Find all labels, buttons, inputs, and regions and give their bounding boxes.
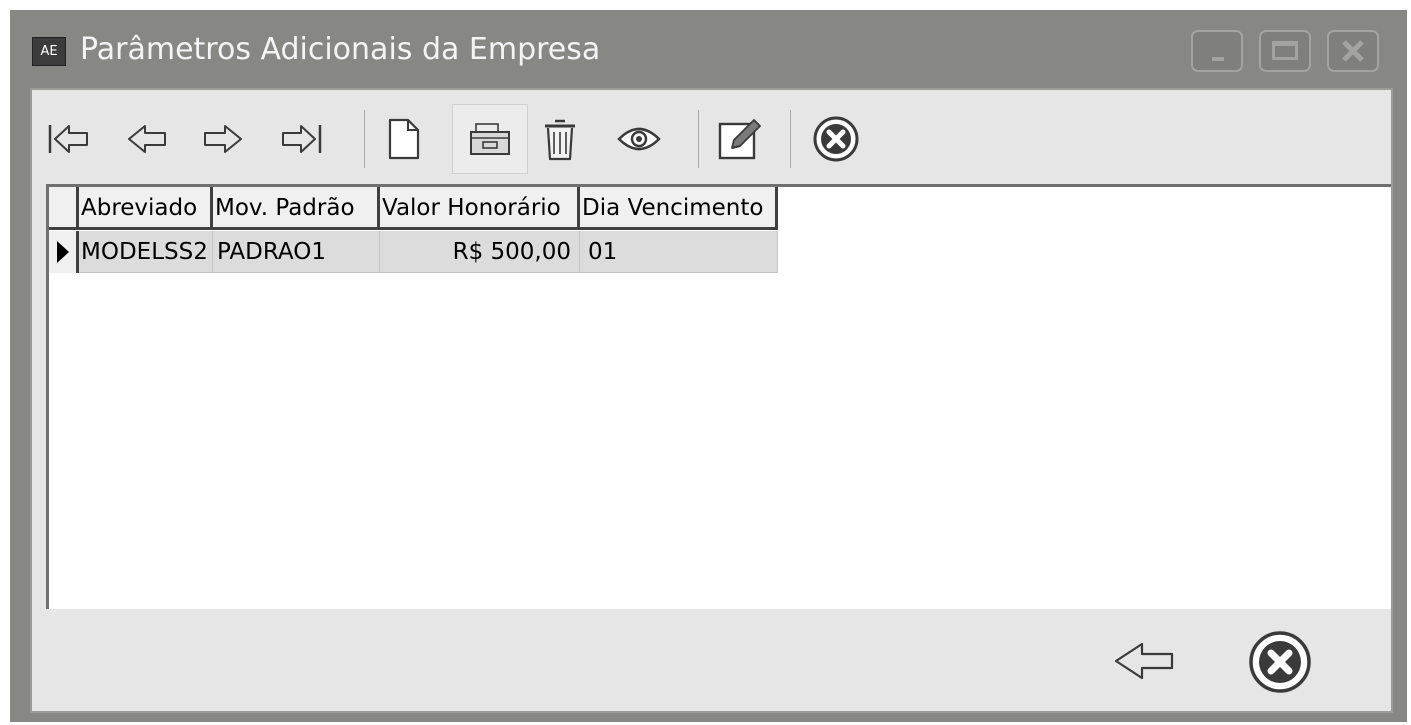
minimize-button[interactable] [1191,30,1243,72]
open-folder-icon [470,123,510,155]
column-header-mov-padrao[interactable]: Mov. Padrão [213,187,380,230]
arrow-left-icon [128,125,166,153]
back-button[interactable] [1104,629,1184,693]
dialog-window: AE Parâmetros Adicionais da Empresa Abre… [10,10,1407,722]
footer-bar [32,613,1391,711]
row-indicator[interactable] [49,231,79,273]
new-document-icon [388,118,420,160]
toolbar [32,90,1391,184]
cancel-button[interactable] [806,104,866,174]
close-button[interactable] [1327,30,1379,72]
arrow-last-icon [282,125,322,153]
app-icon: AE [32,37,66,66]
edit-icon [718,119,761,160]
column-header-valor-honorario[interactable]: Valor Honorário [380,187,580,230]
eye-icon [617,127,661,151]
new-record-button[interactable] [378,104,430,174]
arrow-right-icon [204,125,242,153]
previous-record-button[interactable] [120,104,172,174]
toolbar-separator [790,110,791,168]
arrow-left-icon [1114,642,1174,680]
delete-record-button[interactable] [534,104,586,174]
cell-abreviado[interactable]: MODELSS2 [79,231,213,273]
toolbar-separator [364,110,365,168]
column-header-abreviado[interactable]: Abreviado [79,187,213,230]
column-header-dia-vencimento[interactable]: Dia Vencimento [580,187,778,230]
cell-dia-vencimento[interactable]: 01 [580,231,778,273]
close-dialog-button[interactable] [1244,627,1316,697]
title-bar[interactable]: AE Parâmetros Adicionais da Empresa [10,10,1407,88]
grid-corner [49,187,79,230]
open-record-button[interactable] [452,104,528,174]
last-record-button[interactable] [276,104,328,174]
maximize-button[interactable] [1259,30,1311,72]
current-row-arrow-icon [57,241,69,263]
first-record-button[interactable] [42,104,94,174]
data-grid[interactable]: Abreviado Mov. Padrão Valor Honorário Di… [46,184,1391,609]
trash-icon [545,119,575,161]
maximize-icon [1272,41,1298,60]
cancel-circle-icon [813,116,859,162]
toolbar-separator [698,110,699,168]
client-area: Abreviado Mov. Padrão Valor Honorário Di… [30,88,1393,713]
minimize-icon [1212,57,1224,61]
cell-mov-padrao[interactable]: PADRAO1 [213,231,380,273]
window-title: Parâmetros Adicionais da Empresa [80,32,601,67]
edit-record-button[interactable] [710,104,770,174]
close-icon [1342,40,1364,62]
arrow-first-icon [48,125,88,153]
view-record-button[interactable] [608,104,670,174]
cell-valor-honorario[interactable]: R$ 500,00 [380,231,580,273]
next-record-button[interactable] [198,104,250,174]
cancel-circle-icon [1249,631,1311,693]
